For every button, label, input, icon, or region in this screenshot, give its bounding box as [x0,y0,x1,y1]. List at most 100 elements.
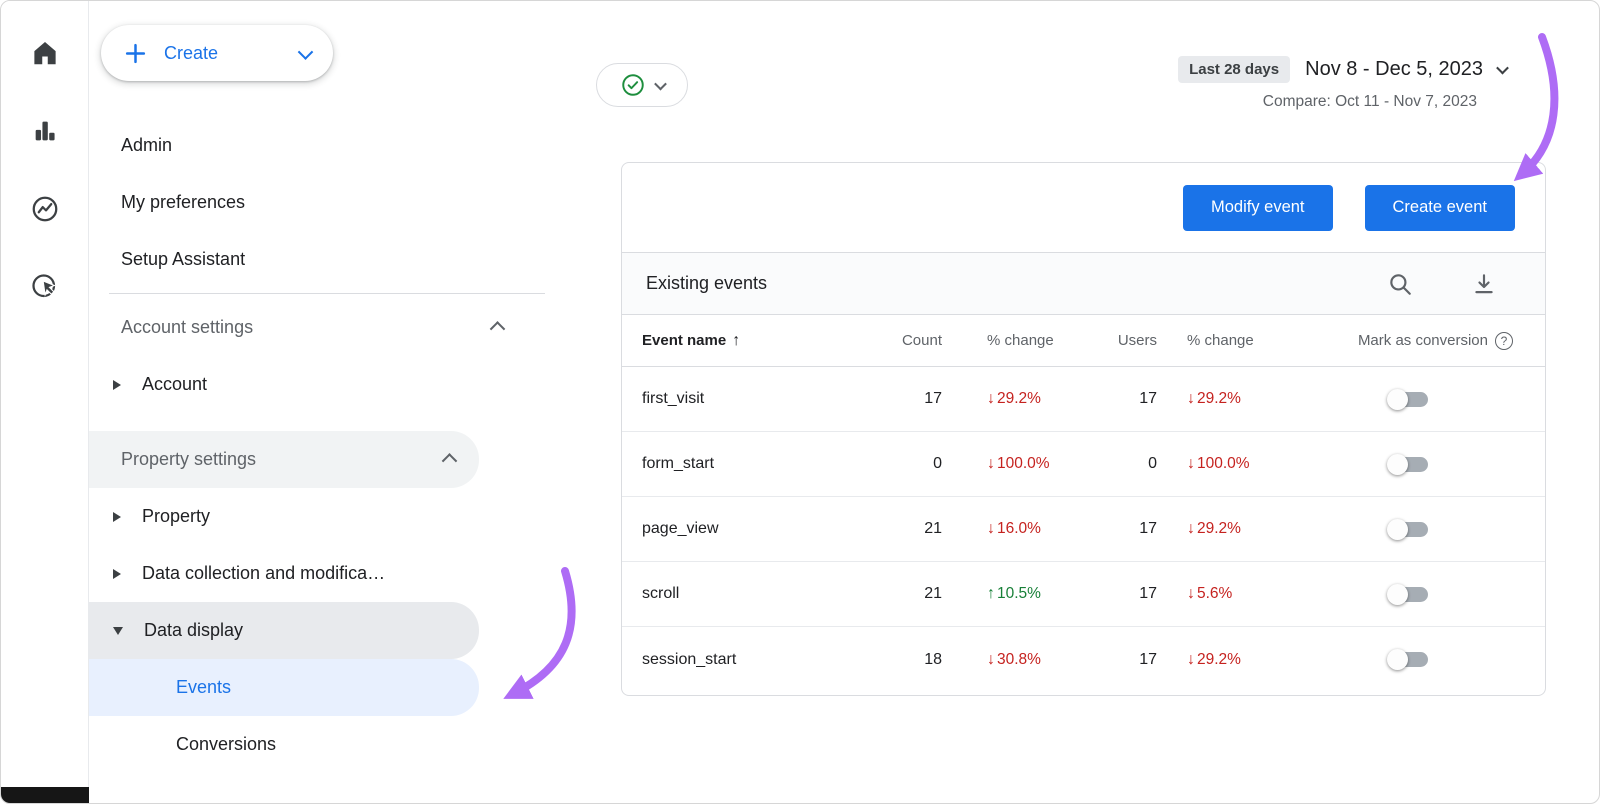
nav-item-data-collection[interactable]: Data collection and modifica… [89,545,479,602]
arrow-to-create-event [1513,33,1559,182]
event-name-cell: session_start [642,650,737,668]
mark-as-conversion-toggle[interactable] [1387,583,1428,605]
home-icon[interactable] [29,37,61,69]
toggle-knob [1387,649,1408,670]
toggle-knob [1387,583,1408,605]
expand-right-icon [113,511,121,522]
users-cell: 0 [1148,455,1157,472]
nav-item-setup-assistant[interactable]: Setup Assistant [89,231,479,288]
column-header-users-change: % change [1187,332,1254,349]
help-icon[interactable]: ? [1495,331,1513,350]
change-arrow-icon: ↓ [987,520,995,537]
count-cell: 18 [924,650,942,668]
expand-right-icon [113,379,121,390]
users-change-cell: ↓ 29.2% [1187,390,1241,407]
search-icon[interactable] [1387,271,1413,297]
users-cell: 17 [1139,650,1157,668]
plus-icon [123,41,148,66]
count-cell: 0 [933,455,942,472]
change-arrow-icon: ↓ [987,650,995,668]
users-cell: 17 [1139,520,1157,537]
users-change-cell: ↓ 100.0% [1187,455,1250,472]
event-name-cell: first_visit [642,390,705,407]
toggle-knob [1387,388,1408,410]
table-header-row: Event name ↑ Count % change Users % chan… [622,315,1545,367]
change-arrow-icon: ↓ [1187,650,1195,668]
users-change-cell: ↓ 5.6% [1187,585,1233,602]
count-cell: 17 [924,390,942,407]
mark-as-conversion-toggle[interactable] [1387,518,1428,540]
nav-item-my-preferences[interactable]: My preferences [89,174,479,231]
collection-status-chip[interactable] [596,63,688,107]
toggle-knob [1387,453,1408,475]
nav-section-property-settings[interactable]: Property settings [89,431,479,488]
column-header-event-name[interactable]: Event name ↑ [642,332,872,350]
sort-ascending-icon: ↑ [732,331,741,349]
users-change-cell: ↓ 29.2% [1187,520,1241,537]
modify-event-button[interactable]: Modify event [1182,184,1333,231]
nav-divider [109,293,545,294]
nav-item-events[interactable]: Events [89,659,479,716]
chevron-down-icon [653,77,667,90]
compare-range-label: Compare: Oct 11 - Nov 7, 2023 [1262,93,1477,110]
nav-item-conversions[interactable]: Conversions [89,716,479,773]
table-row: scroll 21 ↑ 10.5% 17 ↓ 5.6% [622,562,1545,627]
count-change-cell: ↑ 10.5% [987,585,1041,602]
section-title: Existing events [646,273,768,293]
event-name-cell: form_start [642,455,715,472]
events-card: Modify event Create event Existing event… [621,162,1546,696]
reports-icon[interactable] [29,115,61,147]
column-header-count[interactable]: Count [872,332,942,349]
admin-nav: Create Admin My preferences Setup Assist… [89,1,563,803]
users-change-cell: ↓ 29.2% [1187,650,1241,668]
count-cell: 21 [924,520,942,537]
event-name-cell: page_view [642,520,719,537]
mark-as-conversion-toggle[interactable] [1387,453,1428,475]
ga4-admin-events-page: Create Admin My preferences Setup Assist… [0,0,1600,804]
count-change-cell: ↓ 16.0% [987,520,1041,537]
download-icon[interactable] [1471,271,1497,297]
events-table-body: first_visit 17 ↓ 29.2% 17 ↓ 29.2% form_sta… [622,367,1545,692]
product-icon-rail [1,1,89,803]
chevron-down-icon [1496,61,1509,75]
change-arrow-icon: ↓ [1187,390,1195,407]
users-cell: 17 [1139,585,1157,602]
expand-right-icon [113,568,121,579]
event-name-cell: scroll [642,585,680,602]
table-row: page_view 21 ↓ 16.0% 17 ↓ 29.2% [622,497,1545,562]
column-header-count-change: % change [987,332,1054,349]
create-button[interactable]: Create [101,25,333,81]
date-range-selector[interactable]: Last 28 days Nov 8 - Dec 5, 2023 [1178,56,1509,83]
count-change-cell: ↓ 100.0% [987,455,1050,472]
mark-as-conversion-toggle[interactable] [1387,388,1428,410]
create-button-label: Create [164,42,219,63]
table-row: first_visit 17 ↓ 29.2% 17 ↓ 29.2% [622,367,1545,432]
column-header-users[interactable]: Users [1082,332,1157,349]
nav-item-account[interactable]: Account [89,356,479,413]
explore-icon[interactable] [29,193,61,225]
date-preset-badge: Last 28 days [1178,56,1291,83]
nav-item-property[interactable]: Property [89,488,479,545]
expand-down-icon [113,626,123,635]
change-arrow-icon: ↓ [1187,520,1195,537]
advertising-icon[interactable] [29,271,61,303]
nav-item-data-display[interactable]: Data display [89,602,479,659]
change-arrow-icon: ↑ [987,585,995,602]
chevron-up-icon [489,321,506,337]
date-range-area: Last 28 days Nov 8 - Dec 5, 2023 Compare… [1178,56,1509,111]
count-change-cell: ↓ 30.8% [987,650,1041,668]
table-row: session_start 18 ↓ 30.8% 17 ↓ 29.2% [622,627,1545,692]
column-header-mark-as-conversion: Mark as conversion ? [1297,331,1525,350]
nav-item-admin[interactable]: Admin [89,117,479,174]
change-arrow-icon: ↓ [987,390,995,407]
existing-events-header: Existing events [622,253,1545,315]
chevron-down-icon [297,43,314,60]
chevron-up-icon [441,453,458,469]
mark-as-conversion-toggle[interactable] [1387,649,1428,670]
nav-section-account-settings[interactable]: Account settings [89,299,563,356]
create-event-button[interactable]: Create event [1364,184,1515,231]
change-arrow-icon: ↓ [1187,455,1195,472]
users-cell: 17 [1139,390,1157,407]
table-row: form_start 0 ↓ 100.0% 0 ↓ 100.0% [622,432,1545,497]
